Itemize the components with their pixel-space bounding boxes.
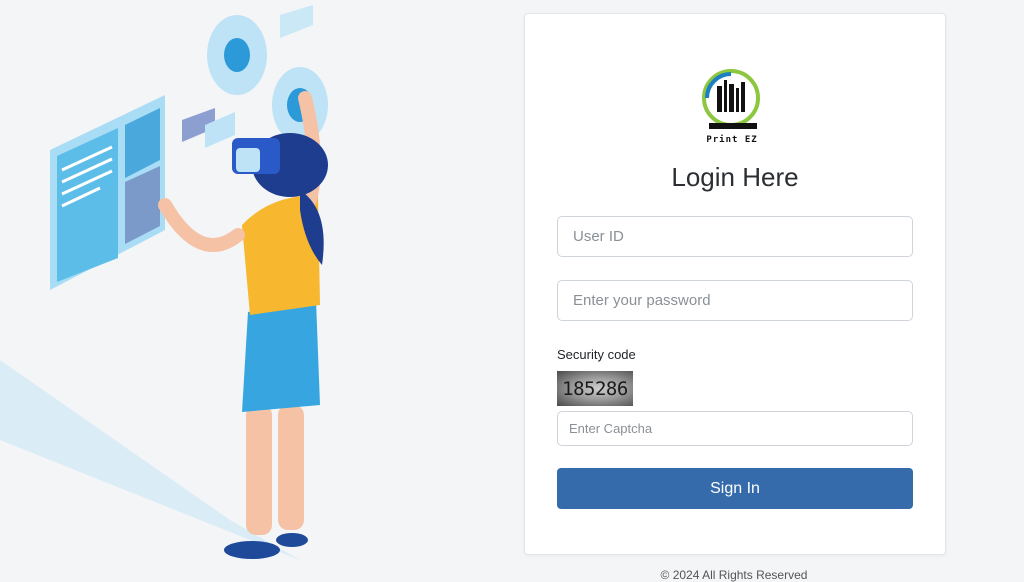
security-code-label: Security code — [557, 347, 636, 362]
vr-woman-illustration — [0, 5, 328, 560]
logo-mark-icon — [702, 69, 760, 129]
page-title: Login Here — [671, 162, 799, 192]
captcha-image: 185286 — [557, 371, 633, 406]
brand-name: Print EZ — [706, 135, 758, 145]
copyright-footer: © 2024 All Rights Reserved — [660, 568, 808, 582]
user-id-input[interactable] — [557, 216, 913, 257]
print-ez-logo: Print EZ — [699, 68, 765, 146]
login-card: Print EZ Login Here Security code 185286… — [524, 13, 946, 555]
captcha-code: 185286 — [562, 378, 628, 400]
password-input[interactable] — [557, 280, 913, 321]
sign-in-button[interactable]: Sign In — [557, 468, 913, 509]
hero-illustration — [0, 0, 500, 576]
captcha-input[interactable] — [557, 411, 913, 446]
